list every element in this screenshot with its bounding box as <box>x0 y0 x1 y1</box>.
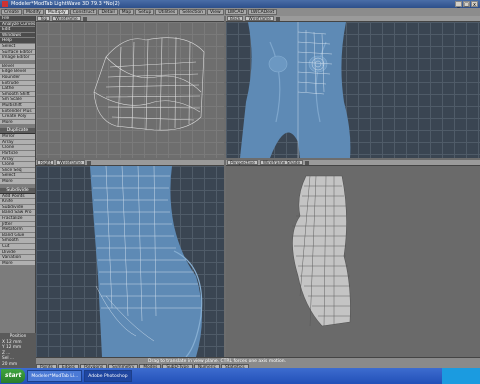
tab-create[interactable]: Create <box>1 9 22 15</box>
perspective-viewport[interactable] <box>226 166 480 357</box>
top-wireframe-mesh <box>93 36 205 131</box>
right-mode-select[interactable]: Wireframe <box>56 160 85 166</box>
app-icon <box>2 1 8 7</box>
perspective-mode-select[interactable]: Wireframe Shade <box>259 160 304 166</box>
tab-map[interactable]: Map <box>118 9 135 15</box>
grid-size: 20 mm <box>2 361 18 367</box>
tab-modify[interactable]: Modify <box>22 9 44 15</box>
sidebar-item-more-3[interactable]: More <box>0 260 35 267</box>
status-bar: Drag to translate in view plane. CTRL fo… <box>36 357 480 370</box>
tab-detail[interactable]: Detail <box>98 9 118 15</box>
maximize-button[interactable]: □ <box>463 1 470 8</box>
sidebar-subdivide-group: Add Points Knife Subdivide Band Saw Pro … <box>0 193 35 267</box>
tab-selection[interactable]: Selection <box>179 9 207 15</box>
tool-sidebar: File Analyze Curves Edit Windows Help Se… <box>0 16 36 368</box>
system-tray <box>442 368 480 384</box>
close-button[interactable]: x <box>471 1 478 8</box>
sidebar-duplicate-group: Mirror Array Clone Particle Array Clone … <box>0 134 35 185</box>
title-bar: Modeler*ModTab LightWave 3D 79.3 *No(2) … <box>0 0 480 8</box>
right-view-select[interactable]: Right <box>37 160 55 166</box>
taskbar: start Modeler*ModTab Li... Adobe Photosh… <box>0 368 480 384</box>
maximize-icon[interactable] <box>86 160 91 165</box>
back-viewport[interactable] <box>226 22 480 158</box>
start-button[interactable]: start <box>1 369 26 383</box>
maximize-icon[interactable] <box>305 160 310 165</box>
right-viewport[interactable] <box>36 166 224 357</box>
minimize-button[interactable]: _ <box>455 1 462 8</box>
taskbar-item-modeler[interactable]: Modeler*ModTab Li... <box>27 370 83 382</box>
position-panel: Position X 12 mm Y 12 mm Z ... Sel ... 2… <box>0 333 36 368</box>
tab-bar: Create Modify Multiply Construct Detail … <box>0 8 480 16</box>
top-mode-select[interactable]: Wireframe <box>52 16 81 22</box>
tab-lwcadext[interactable]: LWCADext <box>247 9 278 15</box>
tab-setup[interactable]: Setup <box>135 9 155 15</box>
tab-construct[interactable]: Construct <box>69 9 98 15</box>
tab-view[interactable]: View <box>207 9 224 15</box>
tab-utilities[interactable]: Utilities <box>155 9 179 15</box>
top-view-select[interactable]: Top <box>37 16 51 22</box>
perspective-view-select[interactable]: Perspective <box>227 160 258 166</box>
back-mode-select[interactable]: Wireframe <box>245 16 274 22</box>
sidebar-extend-group: Bevel Edge Bevel Rounder Extrude Lathe S… <box>0 63 35 126</box>
perspective-torso-model <box>292 175 351 327</box>
right-torso-model <box>90 166 203 357</box>
window-controls: _ □ x <box>455 1 478 8</box>
back-torso-model <box>240 22 351 158</box>
maximize-icon[interactable] <box>82 16 87 21</box>
window-title: Modeler*ModTab LightWave 3D 79.3 *No(2) <box>11 1 120 7</box>
maximize-icon[interactable] <box>275 16 280 21</box>
back-view-select[interactable]: Back <box>227 16 244 22</box>
tab-multiply[interactable]: Multiply <box>44 9 69 15</box>
tab-lwcad[interactable]: LWCAD <box>224 9 247 15</box>
taskbar-item-photoshop[interactable]: Adobe Photoshop <box>84 370 132 382</box>
top-viewport[interactable] <box>36 22 224 158</box>
sidebar-top-group: File Analyze Curves Edit Windows Help Se… <box>0 16 35 61</box>
